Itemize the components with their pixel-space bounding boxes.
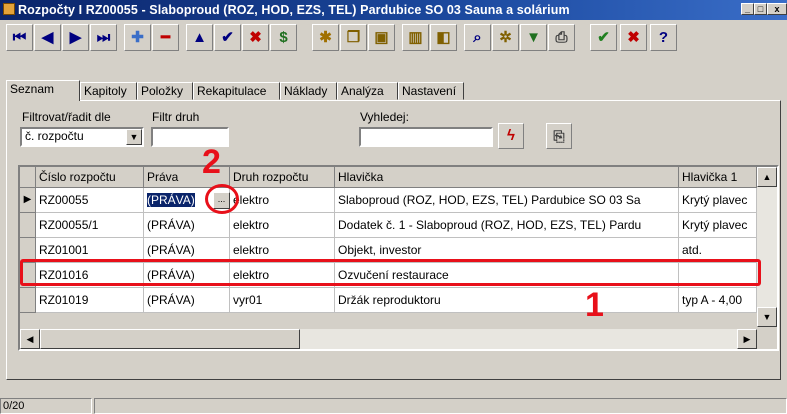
- column-header[interactable]: Hlavička 1: [679, 167, 757, 188]
- tree-icon[interactable]: ◧: [430, 24, 457, 51]
- help-icon[interactable]: ?: [650, 24, 677, 51]
- column-header[interactable]: Druh rozpočtu: [230, 167, 335, 188]
- table-cell[interactable]: Slaboproud (ROZ, HOD, EZS, TEL) Pardubic…: [335, 188, 679, 213]
- pin-icon[interactable]: ✱: [312, 24, 339, 51]
- prev-record-icon[interactable]: ◀: [34, 24, 61, 51]
- window-title: Rozpočty I RZ00055 - Slaboproud (ROZ, HO…: [18, 3, 570, 17]
- table-cell[interactable]: elektro: [230, 213, 335, 238]
- tab-rekapitulace[interactable]: Rekapitulace: [193, 82, 280, 100]
- add-record-icon[interactable]: ✚: [124, 24, 151, 51]
- table-cell[interactable]: Dodatek č. 1 - Slaboproud (ROZ, HOD, EZS…: [335, 213, 679, 238]
- sort-label: Filtrovat/řadit dle: [22, 110, 111, 124]
- tab-položky[interactable]: Položky: [137, 82, 193, 100]
- table-cell[interactable]: Krytý plavec: [679, 188, 757, 213]
- print-icon[interactable]: ⎙: [548, 24, 575, 51]
- table-cell[interactable]: RZ00055/1: [36, 213, 144, 238]
- app-icon: [3, 3, 15, 15]
- scroll-right-icon[interactable]: ▶: [737, 329, 757, 349]
- table-cell[interactable]: typ A - 4,00: [679, 288, 757, 313]
- last-record-icon[interactable]: ⏭: [90, 24, 117, 51]
- vertical-scrollbar[interactable]: ▲ ▼: [757, 167, 777, 327]
- chevron-down-icon[interactable]: ▼: [126, 129, 142, 145]
- table-cell[interactable]: RZ01019: [36, 288, 144, 313]
- table-cell[interactable]: RZ00055: [36, 188, 144, 213]
- budget-grid: ▲ ▼ ◀ ▶ Číslo rozpočtu Práva Druh rozpočtu…: [18, 165, 779, 351]
- lightning-icon[interactable]: ϟ: [498, 123, 524, 149]
- table-cell[interactable]: (PRÁVA): [144, 288, 230, 313]
- annotation-number-1: 1: [585, 286, 604, 324]
- row-indicator[interactable]: [20, 288, 36, 313]
- status-message: [94, 398, 787, 414]
- confirm-icon[interactable]: ✔: [214, 24, 241, 51]
- next-record-icon[interactable]: ▶: [62, 24, 89, 51]
- grid-corner: [20, 167, 36, 188]
- title-bar: Rozpočty I RZ00055 - Slaboproud (ROZ, HO…: [0, 0, 787, 20]
- paste-icon[interactable]: ▣: [368, 24, 395, 51]
- highlight-ellipsis-annotation: [205, 184, 239, 214]
- minimize-button[interactable]: _: [741, 3, 754, 15]
- horizontal-scrollbar[interactable]: ◀ ▶: [20, 329, 757, 349]
- current-row-indicator-icon[interactable]: ▶: [20, 188, 36, 213]
- tab-kapitoly[interactable]: Kapitoly: [80, 82, 137, 100]
- table-cell[interactable]: vyr01: [230, 288, 335, 313]
- cancel-icon[interactable]: ✖: [242, 24, 269, 51]
- edit-up-icon[interactable]: ▲: [186, 24, 213, 51]
- search-input[interactable]: [359, 127, 493, 147]
- tab-nastavení[interactable]: Nastavení: [398, 82, 464, 100]
- tab-náklady[interactable]: Náklady: [280, 82, 337, 100]
- column-header[interactable]: Číslo rozpočtu: [36, 167, 144, 188]
- annotation-number-2: 2: [202, 143, 221, 181]
- first-record-icon[interactable]: ⏮: [6, 24, 33, 51]
- column-header[interactable]: Hlavička: [335, 167, 679, 188]
- table-cell[interactable]: (PRÁVA): [144, 213, 230, 238]
- tab-analýza[interactable]: Analýza: [337, 82, 398, 100]
- scroll-left-icon[interactable]: ◀: [20, 329, 40, 349]
- budget-window: Rozpočty I RZ00055 - Slaboproud (ROZ, HO…: [0, 0, 787, 414]
- refresh-icon[interactable]: $: [270, 24, 297, 51]
- selected-cell-value[interactable]: (PRÁVA): [147, 193, 195, 207]
- close-icon[interactable]: ✖: [620, 24, 647, 51]
- maximize-button[interactable]: □: [754, 3, 767, 15]
- settings-icon[interactable]: ✲: [492, 24, 519, 51]
- table-cell[interactable]: elektro: [230, 188, 335, 213]
- tab-seznam[interactable]: Seznam: [6, 80, 80, 101]
- status-bar: 0/20: [0, 396, 787, 414]
- row-indicator[interactable]: [20, 213, 36, 238]
- close-button[interactable]: x: [767, 3, 787, 15]
- highlight-row-annotation: [20, 259, 761, 286]
- record-counter: 0/20: [0, 398, 92, 414]
- scroll-up-icon[interactable]: ▲: [757, 167, 777, 187]
- horizontal-scroll-thumb[interactable]: [40, 329, 300, 349]
- copy-icon[interactable]: ❐: [340, 24, 367, 51]
- ok-icon[interactable]: ✔: [590, 24, 617, 51]
- find-icon[interactable]: ⌕: [464, 24, 491, 51]
- type-filter-label: Filtr druh: [152, 110, 200, 124]
- delete-record-icon[interactable]: ━: [152, 24, 179, 51]
- search-label: Vyhledej:: [360, 110, 409, 124]
- book-icon[interactable]: ▥: [402, 24, 429, 51]
- filter-icon[interactable]: ▼: [520, 24, 547, 51]
- table-cell[interactable]: Držák reproduktoru: [335, 288, 679, 313]
- search-document-icon[interactable]: ⎘: [546, 123, 572, 149]
- scroll-down-icon[interactable]: ▼: [757, 307, 777, 327]
- table-cell[interactable]: Krytý plavec: [679, 213, 757, 238]
